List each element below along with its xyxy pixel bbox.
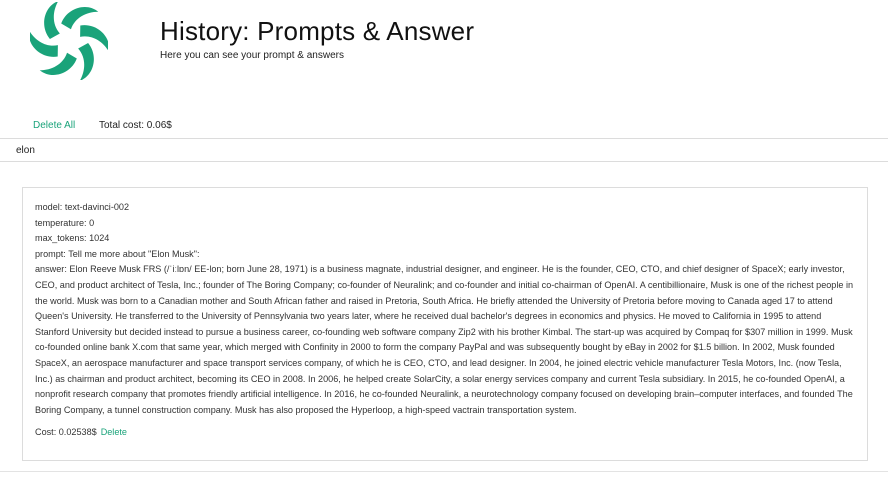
total-cost-label: Total cost: 0.06$ bbox=[99, 120, 172, 131]
entry-model: model: text-davinci-002 bbox=[35, 202, 130, 212]
search-input[interactable] bbox=[0, 139, 876, 161]
history-entry-card: model: text-davinci-002 temperature: 0 m… bbox=[22, 187, 868, 461]
app-logo-icon bbox=[30, 2, 108, 80]
entry-max-tokens: max_tokens: 1024 bbox=[35, 233, 110, 244]
entry-temperature: temperature: 0 bbox=[35, 217, 95, 228]
divider bbox=[0, 471, 888, 472]
entry-prompt: prompt: Tell me more about "Elon Musk": bbox=[35, 248, 200, 259]
history-toolbar: Delete All Total cost: 0.06$ bbox=[0, 110, 888, 139]
page-header: History: Prompts & Answer Here you can s… bbox=[0, 0, 888, 90]
entry-cost: Cost: 0.02538$ bbox=[35, 427, 97, 438]
delete-entry-button[interactable]: Delete bbox=[101, 427, 127, 437]
entry-cost-row: Cost: 0.02538$ Delete bbox=[35, 425, 855, 441]
entry-answer: answer: Elon Reeve Musk FRS (/ˈiːlɒn/ EE… bbox=[35, 264, 854, 415]
delete-all-button[interactable]: Delete All bbox=[33, 120, 75, 131]
page-subtitle: Here you can see your prompt & answers bbox=[160, 50, 344, 61]
search-row bbox=[0, 139, 888, 162]
page-title: History: Prompts & Answer bbox=[160, 16, 475, 46]
